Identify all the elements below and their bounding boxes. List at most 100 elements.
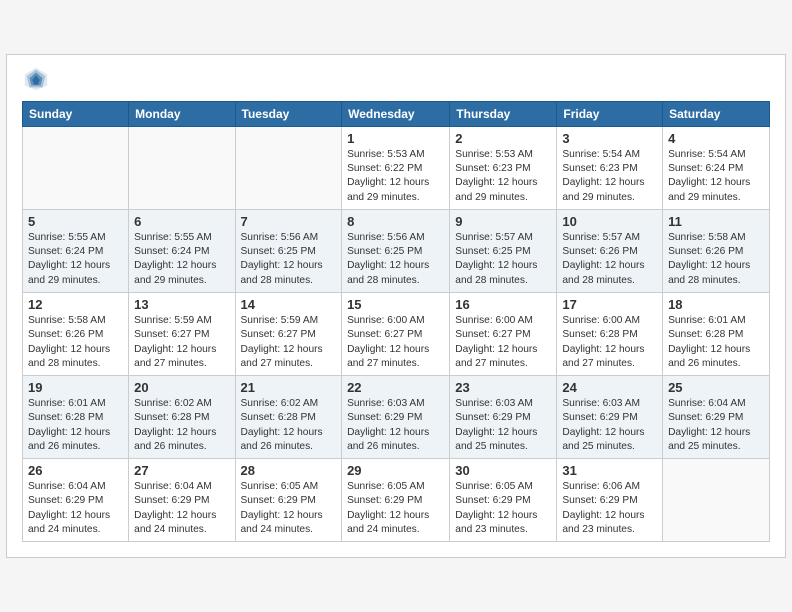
day-number: 17 [562,297,657,312]
day-cell: 18 Sunrise: 6:01 AMSunset: 6:28 PMDayligh… [663,292,770,375]
day-number: 18 [668,297,764,312]
day-cell: 27 Sunrise: 6:04 AMSunset: 6:29 PMDayligh… [129,459,235,542]
day-info: Sunrise: 6:04 AMSunset: 6:29 PMDaylight:… [28,480,123,537]
day-number: 19 [28,380,123,395]
day-cell: 17Sunrise: 6:00 AMSunset: 6:28 PMDayligh… [557,292,663,375]
day-info: Sunrise: 6:02 AMSunset: 6:28 PMDaylight:… [241,397,337,454]
week-row-5: 26 Sunrise: 6:04 AMSunset: 6:29 PMDayligh… [23,459,770,542]
day-number: 24 [562,380,657,395]
day-info: Sunrise: 6:00 AMSunset: 6:27 PMDaylight:… [347,314,444,371]
day-info: Sunrise: 5:55 AMSunset: 6:24 PMDaylight:… [28,231,123,288]
week-row-1: 1 Sunrise: 5:53 AMSunset: 6:22 PMDaylight… [23,126,770,209]
day-cell: 8Sunrise: 5:56 AMSunset: 6:25 PMDaylight… [342,209,450,292]
day-number: 23 [455,380,551,395]
weekday-header-wednesday: Wednesday [342,101,450,126]
day-cell: 21 Sunrise: 6:02 AMSunset: 6:28 PMDayligh… [235,376,342,459]
day-info: Sunrise: 5:59 AMSunset: 6:27 PMDaylight:… [241,314,337,371]
day-cell: 19 Sunrise: 6:01 AMSunset: 6:28 PMDayligh… [23,376,129,459]
day-info: Sunrise: 6:06 AMSunset: 6:29 PMDaylight:… [562,480,657,537]
logo-icon [22,65,50,93]
day-info: Sunrise: 5:58 AMSunset: 6:26 PMDaylight:… [668,231,764,288]
day-cell: 4 Sunrise: 5:54 AMSunset: 6:24 PMDaylight… [663,126,770,209]
day-info: Sunrise: 6:01 AMSunset: 6:28 PMDaylight:… [28,397,123,454]
day-cell: 5 Sunrise: 5:55 AMSunset: 6:24 PMDaylight… [23,209,129,292]
day-number: 12 [28,297,123,312]
day-number: 4 [668,131,764,146]
day-number: 28 [241,463,337,478]
day-info: Sunrise: 5:53 AMSunset: 6:23 PMDaylight:… [455,148,551,205]
day-info: Sunrise: 6:00 AMSunset: 6:27 PMDaylight:… [455,314,551,371]
day-info: Sunrise: 6:01 AMSunset: 6:28 PMDaylight:… [668,314,764,371]
day-cell: 16 Sunrise: 6:00 AMSunset: 6:27 PMDayligh… [450,292,557,375]
header-section [22,65,770,93]
day-cell [235,126,342,209]
day-number: 10 [562,214,657,229]
day-number: 8 [347,214,444,229]
day-info: Sunrise: 5:57 AMSunset: 6:25 PMDaylight:… [455,231,551,288]
day-info: Sunrise: 5:56 AMSunset: 6:25 PMDaylight:… [241,231,337,288]
day-cell: 28 Sunrise: 6:05 AMSunset: 6:29 PMDayligh… [235,459,342,542]
weekday-header-tuesday: Tuesday [235,101,342,126]
day-info: Sunrise: 6:04 AMSunset: 6:29 PMDaylight:… [668,397,764,454]
weekday-header-saturday: Saturday [663,101,770,126]
day-number: 3 [562,131,657,146]
day-number: 27 [134,463,229,478]
week-row-4: 19 Sunrise: 6:01 AMSunset: 6:28 PMDayligh… [23,376,770,459]
weekday-header-row: SundayMondayTuesdayWednesdayThursdayFrid… [23,101,770,126]
day-info: Sunrise: 5:57 AMSunset: 6:26 PMDaylight:… [562,231,657,288]
day-cell: 20Sunrise: 6:02 AMSunset: 6:28 PMDayligh… [129,376,235,459]
day-number: 6 [134,214,229,229]
weekday-header-sunday: Sunday [23,101,129,126]
day-cell [663,459,770,542]
day-number: 5 [28,214,123,229]
day-info: Sunrise: 5:53 AMSunset: 6:22 PMDaylight:… [347,148,444,205]
day-cell: 29 Sunrise: 6:05 AMSunset: 6:29 PMDayligh… [342,459,450,542]
day-cell: 15 Sunrise: 6:00 AMSunset: 6:27 PMDayligh… [342,292,450,375]
day-cell: 9 Sunrise: 5:57 AMSunset: 6:25 PMDaylight… [450,209,557,292]
weekday-header-thursday: Thursday [450,101,557,126]
day-number: 2 [455,131,551,146]
day-info: Sunrise: 5:58 AMSunset: 6:26 PMDaylight:… [28,314,123,371]
day-info: Sunrise: 6:05 AMSunset: 6:29 PMDaylight:… [455,480,551,537]
day-cell [23,126,129,209]
day-number: 21 [241,380,337,395]
week-row-3: 12 Sunrise: 5:58 AMSunset: 6:26 PMDayligh… [23,292,770,375]
day-number: 26 [28,463,123,478]
day-cell: 3 Sunrise: 5:54 AMSunset: 6:23 PMDaylight… [557,126,663,209]
day-number: 13 [134,297,229,312]
day-number: 22 [347,380,444,395]
day-number: 9 [455,214,551,229]
day-cell [129,126,235,209]
day-number: 15 [347,297,444,312]
day-cell: 11 Sunrise: 5:58 AMSunset: 6:26 PMDayligh… [663,209,770,292]
day-number: 7 [241,214,337,229]
day-info: Sunrise: 5:54 AMSunset: 6:24 PMDaylight:… [668,148,764,205]
day-cell: 23 Sunrise: 6:03 AMSunset: 6:29 PMDayligh… [450,376,557,459]
weekday-header-monday: Monday [129,101,235,126]
day-info: Sunrise: 6:05 AMSunset: 6:29 PMDaylight:… [241,480,337,537]
day-cell: 24 Sunrise: 6:03 AMSunset: 6:29 PMDayligh… [557,376,663,459]
day-number: 25 [668,380,764,395]
day-cell: 13 Sunrise: 5:59 AMSunset: 6:27 PMDayligh… [129,292,235,375]
day-number: 30 [455,463,551,478]
day-number: 11 [668,214,764,229]
day-info: Sunrise: 6:05 AMSunset: 6:29 PMDaylight:… [347,480,444,537]
day-cell: 26 Sunrise: 6:04 AMSunset: 6:29 PMDayligh… [23,459,129,542]
day-cell: 31Sunrise: 6:06 AMSunset: 6:29 PMDayligh… [557,459,663,542]
day-info: Sunrise: 6:03 AMSunset: 6:29 PMDaylight:… [455,397,551,454]
day-cell: 22Sunrise: 6:03 AMSunset: 6:29 PMDayligh… [342,376,450,459]
day-cell: 30 Sunrise: 6:05 AMSunset: 6:29 PMDayligh… [450,459,557,542]
calendar-container: SundayMondayTuesdayWednesdayThursdayFrid… [6,54,786,559]
day-cell: 14Sunrise: 5:59 AMSunset: 6:27 PMDayligh… [235,292,342,375]
day-number: 29 [347,463,444,478]
day-info: Sunrise: 6:03 AMSunset: 6:29 PMDaylight:… [562,397,657,454]
day-number: 1 [347,131,444,146]
day-info: Sunrise: 5:54 AMSunset: 6:23 PMDaylight:… [562,148,657,205]
day-number: 16 [455,297,551,312]
day-info: Sunrise: 5:59 AMSunset: 6:27 PMDaylight:… [134,314,229,371]
weekday-header-friday: Friday [557,101,663,126]
day-cell: 2 Sunrise: 5:53 AMSunset: 6:23 PMDaylight… [450,126,557,209]
day-info: Sunrise: 6:04 AMSunset: 6:29 PMDaylight:… [134,480,229,537]
calendar-grid: SundayMondayTuesdayWednesdayThursdayFrid… [22,101,770,543]
day-cell: 10 Sunrise: 5:57 AMSunset: 6:26 PMDayligh… [557,209,663,292]
